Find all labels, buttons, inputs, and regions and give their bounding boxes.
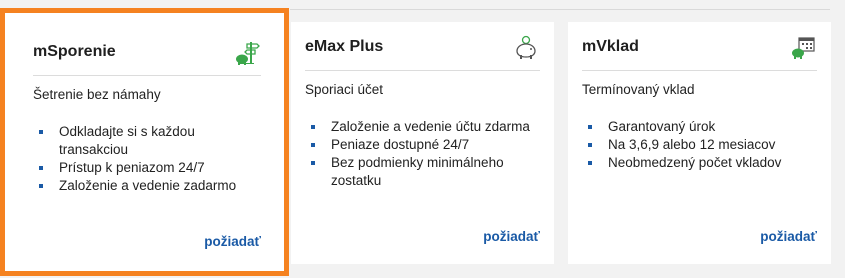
card-divider	[305, 70, 540, 71]
feature-list: Založenie a vedenie účtu zdarma Peniaze …	[305, 118, 544, 190]
apply-link[interactable]: požiadať	[483, 229, 540, 244]
list-item: Garantovaný úrok	[582, 118, 821, 136]
product-card-msporenie[interactable]: mSporenie Šetrenie bez námahy Odkladajte…	[0, 8, 289, 276]
product-card-emax-plus[interactable]: eMax Plus Sporiaci účet Založenie a vede…	[291, 22, 554, 264]
calendar-piggy-bank-icon	[792, 37, 815, 59]
top-divider	[290, 9, 830, 10]
bullet-icon	[311, 125, 315, 129]
list-item: Na 3,6,9 alebo 12 mesiacov	[582, 136, 821, 154]
list-item: Založenie a vedenie zadarmo	[33, 177, 265, 195]
apply-link[interactable]: požiadať	[204, 234, 261, 249]
piggy-bank-coin-icon	[516, 35, 536, 59]
bullet-icon	[588, 143, 592, 147]
card-subtitle: Termínovaný vklad	[582, 82, 695, 97]
list-item: Založenie a vedenie účtu zdarma	[305, 118, 544, 136]
bullet-icon	[311, 161, 315, 165]
feature-list: Odkladajte si s každou transakciou Príst…	[33, 123, 265, 195]
card-divider	[582, 70, 817, 71]
list-item: Peniaze dostupné 24/7	[305, 136, 544, 154]
bullet-icon	[39, 130, 43, 134]
piggy-bank-signpost-icon	[236, 42, 260, 65]
bullet-icon	[39, 166, 43, 170]
card-subtitle: Šetrenie bez námahy	[33, 87, 161, 102]
list-item: Prístup k peniazom 24/7	[33, 159, 265, 177]
bullet-icon	[588, 161, 592, 165]
list-item: Odkladajte si s každou transakciou	[33, 123, 265, 159]
bullet-icon	[588, 125, 592, 129]
list-item: Bez podmienky minimálneho zostatku	[305, 154, 544, 190]
card-subtitle: Sporiaci účet	[305, 82, 384, 97]
card-title: mSporenie	[33, 43, 116, 60]
list-item: Neobmedzený počet vkladov	[582, 154, 821, 172]
bullet-icon	[39, 184, 43, 188]
feature-list: Garantovaný úrok Na 3,6,9 alebo 12 mesia…	[582, 118, 821, 172]
card-divider	[33, 75, 261, 76]
bullet-icon	[311, 143, 315, 147]
card-title: mVklad	[582, 38, 639, 55]
apply-link[interactable]: požiadať	[760, 229, 817, 244]
card-title: eMax Plus	[305, 38, 384, 55]
product-card-mvklad[interactable]: mVklad Termínovaný vklad Garantovaný úro…	[568, 22, 831, 264]
